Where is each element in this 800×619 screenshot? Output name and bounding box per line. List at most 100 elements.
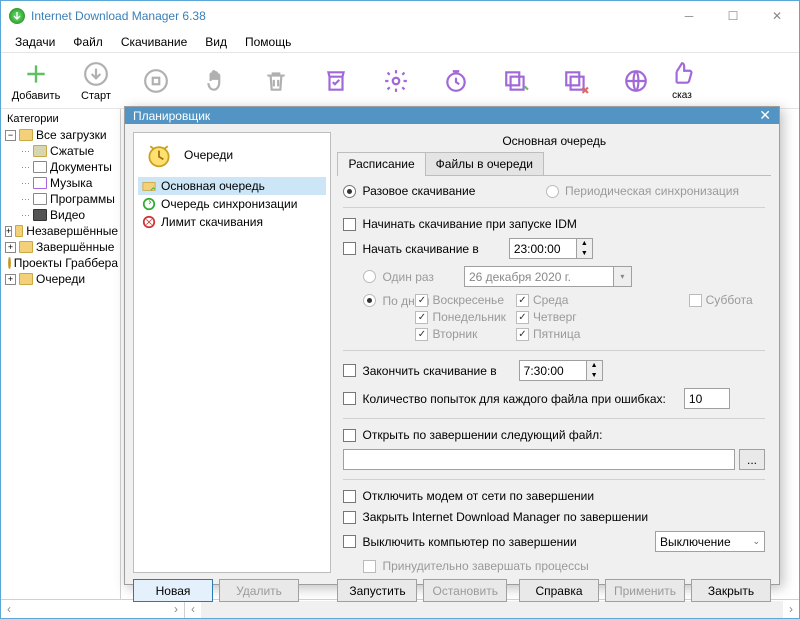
stop-button[interactable]: Остановить [423, 579, 507, 602]
chk-mon [415, 311, 428, 324]
collapse-icon[interactable]: − [5, 130, 16, 141]
queue-start-icon [502, 67, 530, 95]
chk-start-at[interactable] [343, 242, 356, 255]
minimize-button[interactable]: ─ [667, 1, 711, 31]
limit-icon [142, 215, 156, 229]
chk-modem-off[interactable] [343, 490, 356, 503]
close-dialog-button[interactable]: Закрыть [691, 579, 771, 602]
tb-delete[interactable] [247, 55, 305, 107]
queues-panel: Очереди Основная очередь Очередь синхрон… [133, 132, 331, 573]
globe-icon [622, 67, 650, 95]
folder-icon [19, 241, 33, 253]
queue-item-limit[interactable]: Лимит скачивания [138, 213, 326, 231]
chk-force-kill [363, 560, 376, 573]
chk-start-on-launch[interactable] [343, 218, 356, 231]
apply-button[interactable]: Применить [605, 579, 685, 602]
tab-files[interactable]: Файлы в очереди [425, 152, 544, 175]
tb-tellafriend[interactable]: сказ [667, 55, 697, 107]
menu-view[interactable]: Вид [197, 33, 235, 51]
tree-grabber[interactable]: Проекты Граббера [3, 255, 118, 271]
zip-icon [33, 145, 47, 157]
tree-compressed[interactable]: ⋯Сжатые [3, 143, 118, 159]
tb-add[interactable]: Добавить [7, 55, 65, 107]
queue-stop-icon [562, 67, 590, 95]
alarm-clock-icon [144, 141, 174, 169]
start-time-input[interactable]: 23:00:00▲▼ [509, 238, 593, 259]
categories-header: Категории [3, 111, 118, 127]
browse-button[interactable]: ... [739, 449, 765, 470]
tb-stopqueue[interactable] [547, 55, 605, 107]
spin-down-icon[interactable]: ▼ [577, 249, 592, 259]
music-icon [33, 177, 47, 189]
program-icon [33, 193, 47, 205]
spin-down-icon[interactable]: ▼ [587, 371, 602, 381]
tree-programs[interactable]: ⋯Программы [3, 191, 118, 207]
menu-file[interactable]: Файл [65, 33, 111, 51]
help-button[interactable]: Справка [519, 579, 599, 602]
radio-once [363, 270, 376, 283]
tb-stop[interactable] [127, 55, 185, 107]
chk-shutdown[interactable] [343, 535, 356, 548]
dialog-title: Планировщик [133, 109, 210, 123]
radio-periodic [546, 185, 559, 198]
menu-tasks[interactable]: Задачи [7, 33, 63, 51]
chk-stop-at[interactable] [343, 364, 356, 377]
close-button[interactable]: ✕ [755, 1, 799, 31]
chevron-down-icon: ⌄ [752, 536, 760, 547]
video-icon [33, 209, 47, 221]
tree-unfinished[interactable]: +Незавершённые [3, 223, 118, 239]
retries-input[interactable]: 10 [684, 388, 730, 409]
tb-cleanup[interactable] [307, 55, 365, 107]
radio-onetime[interactable] [343, 185, 356, 198]
maximize-button[interactable]: ☐ [711, 1, 755, 31]
stop-time-input[interactable]: 7:30:00▲▼ [519, 360, 603, 381]
tree-queues[interactable]: +Очереди [3, 271, 118, 287]
tree-video[interactable]: ⋯Видео [3, 207, 118, 223]
gear-icon [382, 67, 410, 95]
tree-all[interactable]: −Все загрузки [3, 127, 118, 143]
chk-tue [415, 328, 428, 341]
menu-download[interactable]: Скачивание [113, 33, 195, 51]
chk-sun [415, 294, 428, 307]
tb-start[interactable]: Старт [67, 55, 125, 107]
download-icon [82, 60, 110, 88]
scroll-right-icon[interactable]: › [783, 602, 799, 616]
ie-icon [8, 257, 10, 269]
tree-documents[interactable]: ⋯Документы [3, 159, 118, 175]
check-shield-icon [322, 67, 350, 95]
shutdown-mode-select[interactable]: Выключение⌄ [655, 531, 765, 552]
run-button[interactable]: Запустить [337, 579, 417, 602]
tb-pause[interactable] [187, 55, 245, 107]
chk-retries[interactable] [343, 392, 356, 405]
spin-up-icon[interactable]: ▲ [577, 239, 592, 249]
sync-icon [142, 197, 156, 211]
tree-music[interactable]: ⋯Музыка [3, 175, 118, 191]
chk-sat [689, 294, 702, 307]
expand-icon[interactable]: + [5, 274, 16, 285]
tree-finished[interactable]: +Завершённые [3, 239, 118, 255]
tb-grabber[interactable] [607, 55, 665, 107]
app-logo-icon [9, 8, 25, 24]
tab-schedule[interactable]: Расписание [337, 152, 425, 175]
dialog-close-button[interactable]: ✕ [759, 107, 771, 124]
tb-options[interactable] [367, 55, 425, 107]
queue-item-sync[interactable]: Очередь синхронизации [138, 195, 326, 213]
chk-open-file[interactable] [343, 429, 356, 442]
expand-icon[interactable]: + [5, 226, 12, 237]
scroll-left-icon[interactable]: ‹ [1, 602, 17, 616]
trash-icon [262, 67, 290, 95]
expand-icon[interactable]: + [5, 242, 16, 253]
chk-thu [516, 311, 529, 324]
chk-close-idm[interactable] [343, 511, 356, 524]
dialog-titlebar: Планировщик ✕ [125, 107, 779, 124]
hand-icon [202, 67, 230, 95]
tb-scheduler[interactable] [427, 55, 485, 107]
delete-queue-button[interactable]: Удалить [219, 579, 299, 602]
spin-up-icon[interactable]: ▲ [587, 361, 602, 371]
new-queue-button[interactable]: Новая [133, 579, 213, 602]
queue-item-main[interactable]: Основная очередь [138, 177, 326, 195]
menu-help[interactable]: Помощь [237, 33, 299, 51]
categories-sidebar: Категории −Все загрузки ⋯Сжатые ⋯Докумен… [1, 109, 121, 599]
open-file-input[interactable] [343, 449, 735, 470]
tb-startqueue[interactable] [487, 55, 545, 107]
